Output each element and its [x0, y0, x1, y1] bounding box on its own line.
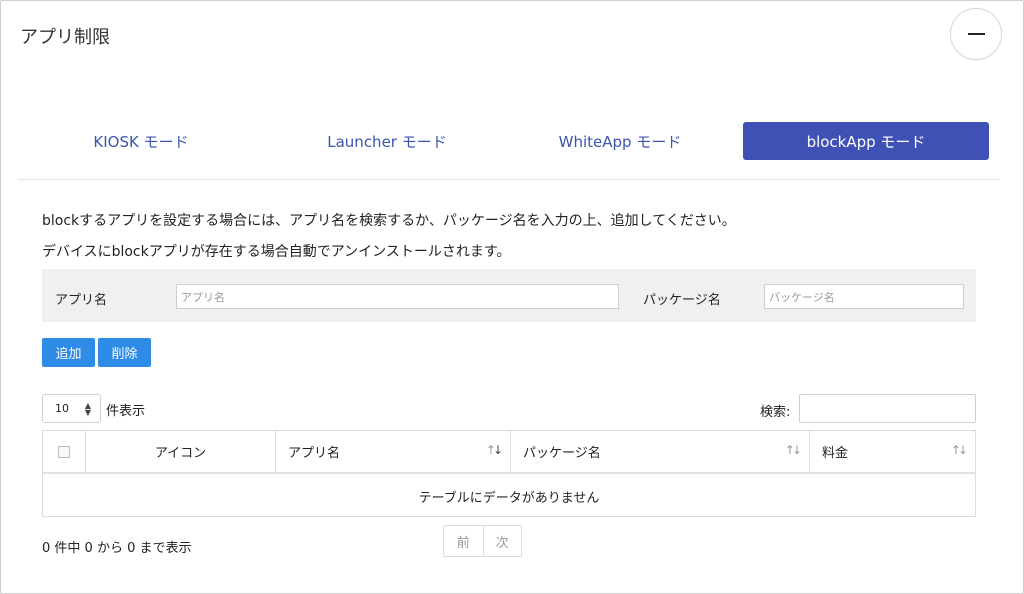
minus-icon: [967, 33, 985, 35]
page-length-select[interactable]: 10 ▲ ▼: [42, 394, 101, 423]
search-label: 検索:: [760, 405, 791, 420]
empty-table-message: テーブルにデータがありません: [418, 490, 600, 506]
mode-tabs: KIOSK モード Launcher モード WhiteApp モード bloc…: [18, 122, 1000, 160]
column-price-label: 料金: [822, 446, 849, 461]
column-app-name-label: アプリ名: [288, 446, 341, 461]
description-line-2: デバイスにblockアプリが存在する場合自動でアンインストールされます。: [42, 244, 511, 260]
next-page-button[interactable]: 次: [482, 526, 522, 556]
app-name-label: アプリ名: [55, 293, 108, 308]
filter-box: アプリ名 アプリ名 パッケージ名 パッケージ名: [42, 269, 976, 322]
select-all-checkbox[interactable]: [58, 445, 70, 458]
tab-kiosk[interactable]: KIOSK モード: [18, 122, 264, 160]
table-header: アイコン アプリ名 ↑↓ パッケージ名 ↑↓ 料金 ↑↓: [43, 431, 975, 474]
select-all-cell: [43, 431, 86, 472]
column-price[interactable]: 料金 ↑↓: [810, 431, 975, 472]
pagination: 前 次: [443, 525, 522, 557]
column-package-name[interactable]: パッケージ名 ↑↓: [511, 431, 810, 472]
app-name-input[interactable]: アプリ名: [176, 284, 619, 309]
description-line-1: blockするアプリを設定する場合には、アプリ名を検索するか、パッケージ名を入力…: [42, 213, 736, 229]
column-package-name-label: パッケージ名: [523, 446, 601, 461]
tab-blockapp[interactable]: blockApp モード: [743, 122, 989, 160]
page-length-label: 件表示: [106, 404, 146, 419]
app-table: アイコン アプリ名 ↑↓ パッケージ名 ↑↓ 料金 ↑↓ テーブルにデータがあり…: [42, 430, 976, 517]
package-name-input[interactable]: パッケージ名: [764, 284, 964, 309]
sort-icon: ↑↓: [485, 443, 503, 457]
prev-page-button[interactable]: 前: [444, 526, 483, 556]
package-name-label: パッケージ名: [643, 293, 721, 308]
sort-icon: ↑↓: [950, 443, 968, 457]
collapse-button[interactable]: [950, 8, 1002, 60]
add-button[interactable]: 追加: [42, 338, 95, 367]
page-title: アプリ制限: [20, 27, 110, 48]
sort-icon: ↑↓: [784, 443, 802, 457]
tab-whiteapp[interactable]: WhiteApp モード: [497, 122, 743, 160]
page-length-value: 10: [55, 402, 69, 415]
column-app-name[interactable]: アプリ名 ↑↓: [276, 431, 511, 472]
select-arrows-icon: ▲ ▼: [84, 401, 91, 417]
divider: [18, 179, 1000, 180]
delete-button[interactable]: 削除: [98, 338, 151, 367]
tab-launcher[interactable]: Launcher モード: [264, 122, 510, 160]
search-input[interactable]: [799, 394, 976, 423]
column-icon: アイコン: [86, 431, 276, 472]
table-info: 0 件中 0 から 0 まで表示: [42, 541, 192, 556]
app-restriction-panel: アプリ制限 KIOSK モード Launcher モード WhiteApp モー…: [0, 0, 1024, 594]
